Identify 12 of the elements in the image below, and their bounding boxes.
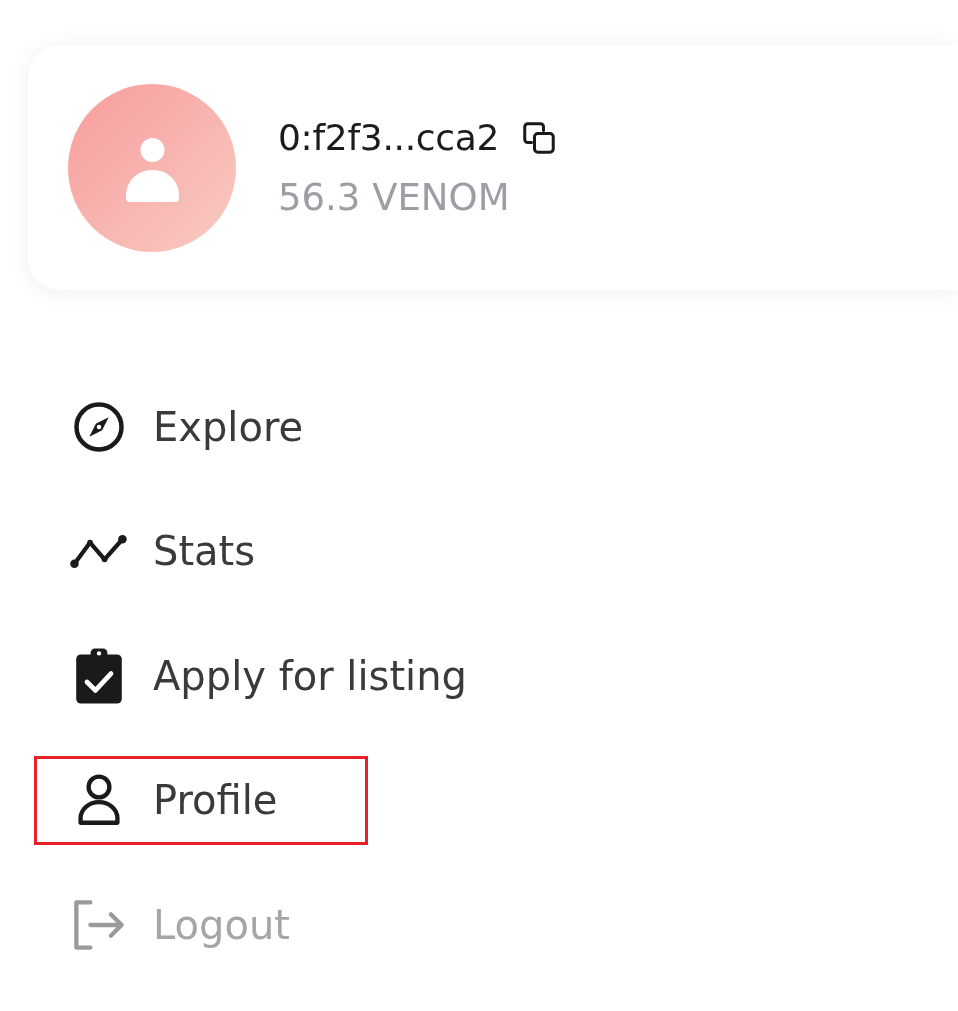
logout-icon	[71, 898, 127, 951]
menu-item[interactable]: Profile	[34, 755, 369, 845]
person-icon	[77, 774, 121, 826]
wallet-address: 0:f2f3...cca2	[278, 115, 500, 160]
menu-item[interactable]: Explore	[70, 382, 304, 471]
menu-item[interactable]: Apply for listing	[70, 631, 467, 720]
clipboard-check-icon	[75, 646, 123, 705]
wallet-balance: 56.3 VENOM	[278, 174, 511, 221]
compass-icon	[72, 399, 126, 454]
menu-item[interactable]: Stats	[70, 506, 256, 596]
copy-icon[interactable]	[521, 119, 558, 156]
line-chart-icon	[70, 532, 128, 570]
